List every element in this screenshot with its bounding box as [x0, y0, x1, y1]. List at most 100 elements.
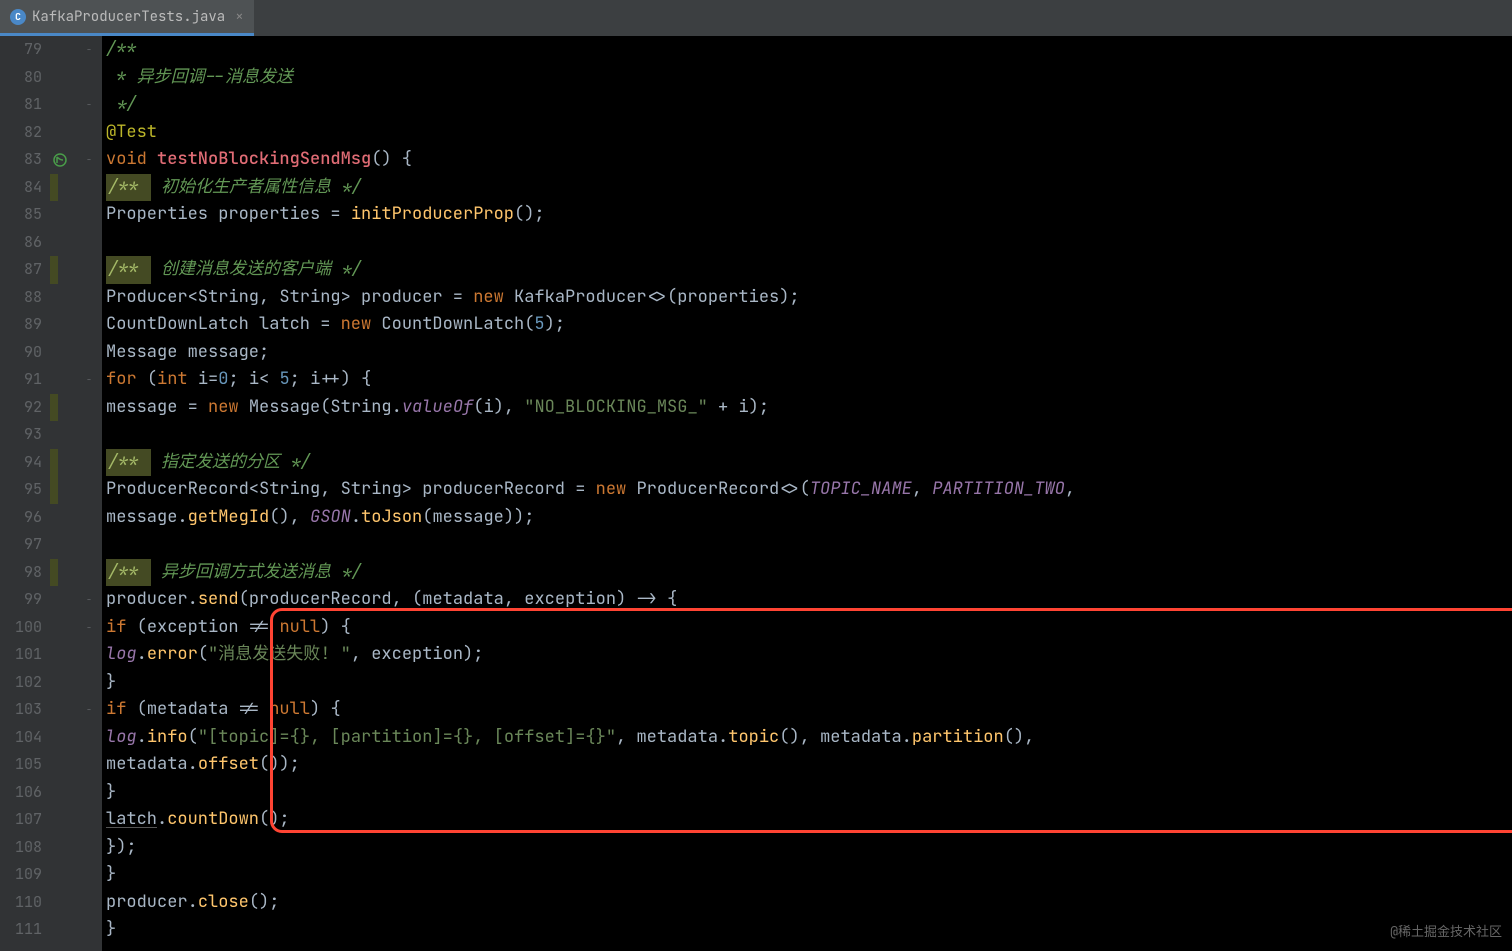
variable: message — [432, 504, 503, 532]
variable: message — [106, 394, 177, 422]
variable: message — [188, 339, 259, 367]
variable: producerRecord — [422, 476, 565, 504]
lambda-param: metadata — [422, 586, 504, 614]
fold-gutter: −−−−−−− — [76, 36, 102, 951]
string: "[topic]={}, [partition]={}, [offset]={}… — [198, 724, 616, 752]
code-text: Properties — [106, 201, 218, 229]
code-text: } — [106, 669, 116, 697]
code-text: } — [106, 916, 116, 944]
keyword: new — [341, 311, 382, 339]
method-name: testNoBlockingSendMsg — [157, 146, 371, 174]
code-text: = — [443, 284, 474, 312]
variable: metadata — [636, 724, 718, 752]
variable: producer — [106, 586, 188, 614]
code-text: ( — [473, 394, 483, 422]
code-text: ); — [779, 284, 799, 312]
code-text: + — [708, 394, 739, 422]
javadoc-text: 异步回调方式发送消息 */ — [151, 559, 362, 587]
code-text: (); — [249, 889, 280, 917]
close-icon[interactable]: × — [235, 8, 243, 26]
code-text: ( — [422, 504, 432, 532]
method-call: send — [198, 586, 239, 614]
variable: i — [310, 366, 320, 394]
keyword: new — [596, 476, 637, 504]
code-text: ) -> { — [616, 586, 677, 614]
code-text: KafkaProducer<>( — [514, 284, 677, 312]
code-text: != — [239, 614, 280, 642]
javadoc-inline: /** — [106, 174, 151, 202]
javadoc-line: /** — [106, 36, 137, 64]
code-text: (), — [1004, 724, 1035, 752]
javadoc-text: 指定发送的分区 */ — [151, 449, 311, 477]
code-text: . — [188, 586, 198, 614]
code-text: . — [718, 724, 728, 752]
constant: GSON — [310, 504, 351, 532]
method-call: initProducerProp — [351, 201, 514, 229]
javadoc-inline: /** — [106, 449, 151, 477]
variable: producer — [361, 284, 443, 312]
keyword: new — [473, 284, 514, 312]
code-text: () { — [371, 146, 412, 174]
code-text: , — [351, 641, 371, 669]
code-text: ( — [137, 696, 147, 724]
static-field: log — [106, 724, 137, 752]
variable: properties — [677, 284, 779, 312]
code-text: , ( — [392, 586, 423, 614]
code-text: != — [228, 696, 269, 724]
code-text: ) { — [310, 696, 341, 724]
variable: message — [106, 504, 177, 532]
lambda-param: exception — [524, 586, 616, 614]
code-text: . — [177, 504, 187, 532]
code-text: = — [310, 311, 341, 339]
code-text: , — [504, 586, 524, 614]
javadoc-inline: /** — [106, 256, 151, 284]
code-text: , — [1065, 476, 1075, 504]
code-text: ProducerRecord<>( — [636, 476, 809, 504]
variable: i — [738, 394, 748, 422]
keyword: null — [279, 614, 320, 642]
code-text: (), — [779, 724, 820, 752]
keyword: int — [157, 366, 198, 394]
code-text: (), — [269, 504, 310, 532]
code-content[interactable]: /** * 异步回调--消息发送 */ @Test void testNoBlo… — [102, 36, 1512, 951]
code-text: = — [177, 394, 208, 422]
code-text: Message — [106, 339, 188, 367]
variable: i — [483, 394, 493, 422]
number: 0 — [218, 366, 228, 394]
keyword: new — [208, 394, 249, 422]
code-text: CountDownLatch — [106, 311, 259, 339]
method-call: toJson — [361, 504, 422, 532]
code-text: ( — [239, 586, 249, 614]
code-text: . — [188, 751, 198, 779]
watermark-text: @稀土掘金技术社区 — [1390, 918, 1502, 946]
code-text: ; — [290, 366, 310, 394]
string: "NO_BLOCKING_MSG_" — [524, 394, 708, 422]
annotation: @Test — [106, 119, 157, 147]
variable: exception — [147, 614, 239, 642]
method-call: close — [198, 889, 249, 917]
code-text: . — [902, 724, 912, 752]
javadoc-text: 创建消息发送的客户端 */ — [151, 256, 362, 284]
code-text: ); — [463, 641, 483, 669]
variable: exception — [371, 641, 463, 669]
code-text: ; — [259, 339, 269, 367]
method-call: offset — [198, 751, 259, 779]
code-text: } — [106, 861, 116, 889]
code-text: ; — [228, 366, 248, 394]
keyword: null — [269, 696, 310, 724]
static-field: log — [106, 641, 137, 669]
variable: i — [198, 366, 208, 394]
number: 5 — [279, 366, 289, 394]
method-call: topic — [728, 724, 779, 752]
constant: TOPIC_NAME — [810, 476, 912, 504]
code-text: = — [208, 366, 218, 394]
code-editor[interactable]: 7980818283848586878889909192939495969798… — [0, 36, 1512, 951]
code-text: }); — [106, 834, 137, 862]
file-tab[interactable]: C KafkaProducerTests.java × — [0, 0, 254, 36]
variable: metadata — [147, 696, 229, 724]
keyword: if — [106, 614, 137, 642]
variable: latch — [106, 806, 157, 834]
code-text: ()); — [259, 751, 300, 779]
java-class-icon: C — [10, 9, 26, 25]
code-text: . — [157, 806, 167, 834]
